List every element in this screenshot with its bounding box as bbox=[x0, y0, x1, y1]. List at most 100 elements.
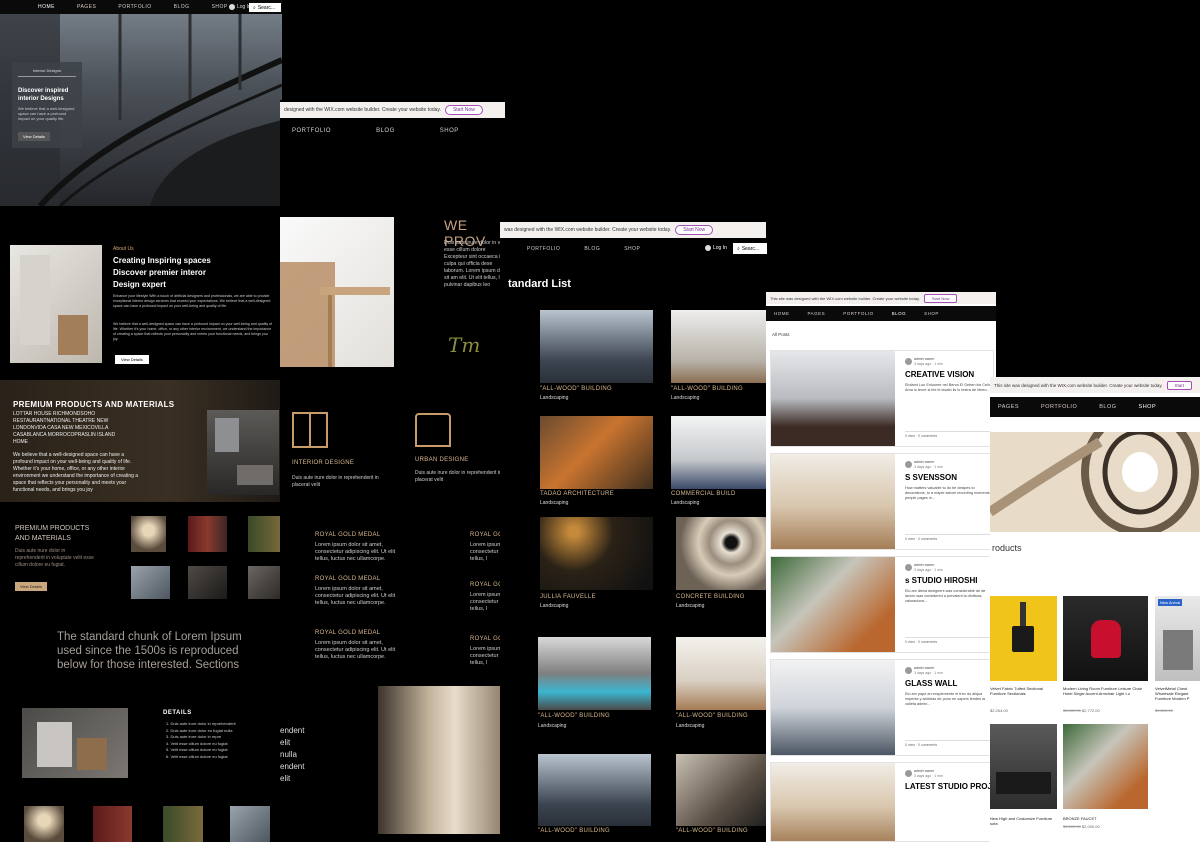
nav-pages[interactable]: PAGES bbox=[998, 404, 1019, 410]
blog-post[interactable]: admin·owner 3 days ago · 1 min CREATIVE … bbox=[770, 350, 994, 447]
post-title[interactable]: S SVENSSON bbox=[905, 473, 957, 482]
nav-shop[interactable]: SHOP bbox=[924, 311, 939, 316]
nav-portfolio[interactable]: PORTFOLIO bbox=[1041, 404, 1077, 410]
product-image[interactable] bbox=[990, 596, 1057, 681]
product-name[interactable]: VelvetMetal Chest Wholesale Elegant Furn… bbox=[1155, 686, 1200, 701]
post-title[interactable]: GLASS WALL bbox=[905, 679, 957, 688]
cut-text: endent elit nulla endent elit bbox=[280, 726, 305, 783]
post-author: admin·owner bbox=[914, 357, 935, 361]
nav-blog[interactable]: BLOG bbox=[376, 128, 395, 134]
bottom-thumb-plants bbox=[163, 806, 203, 842]
hero-card: Interior Designs Discover inspired inter… bbox=[12, 62, 82, 148]
details-list: 1. Duis aute irure dolor in reprehenderi… bbox=[166, 721, 236, 760]
blog-post[interactable]: admin·owner 3 days ago · 1 min S SVENSSO… bbox=[770, 453, 994, 550]
nav: PORTFOLIO BLOG SHOP bbox=[292, 128, 459, 134]
project-title[interactable]: "ALL-WOOD" BUILDING bbox=[538, 713, 610, 719]
nav-home[interactable]: HOME bbox=[774, 311, 790, 316]
about-label: About Us bbox=[113, 246, 134, 252]
medal-title: ROYAL GOLD MEDAL bbox=[315, 630, 381, 636]
nav-portfolio[interactable]: PORTFOLIO bbox=[118, 4, 151, 10]
product-image[interactable] bbox=[1063, 596, 1148, 681]
project-title[interactable]: "ALL-WOOD" BUILDING bbox=[676, 713, 748, 719]
login-button[interactable]: Log In bbox=[229, 4, 251, 10]
product-price: $3,850.00 $2,772.00 bbox=[1063, 708, 1100, 713]
project-title[interactable]: JULLIA FAUVELLE bbox=[540, 594, 596, 600]
page-title: tandard List bbox=[508, 278, 571, 290]
project-image bbox=[676, 517, 768, 590]
product-image[interactable] bbox=[1155, 596, 1200, 681]
thumb-interior-red bbox=[188, 516, 227, 552]
nav-pages[interactable]: PAGES bbox=[77, 4, 96, 10]
nav-blog[interactable]: BLOG bbox=[892, 311, 907, 316]
product-image[interactable] bbox=[1063, 724, 1148, 809]
start-now-button[interactable]: Start Now bbox=[444, 105, 483, 115]
bottom-thumb-lamp bbox=[24, 806, 64, 842]
about-desc-2: We believe that a well-designed space ca… bbox=[113, 322, 273, 341]
medal-right-title: ROYAL GO bbox=[470, 532, 504, 538]
nav-portfolio[interactable]: PORTFOLIO bbox=[527, 246, 560, 252]
start-now-button[interactable]: Start Now bbox=[675, 225, 714, 235]
project-title[interactable]: COMMERCIAL BUILD bbox=[671, 491, 736, 497]
medal-desc: Lorem ipsum dolor sit amet, consectetur … bbox=[315, 586, 396, 606]
product-name[interactable]: Velvet Fabric Tufted Sectional Furniture… bbox=[990, 686, 1056, 696]
hero-tag: Interior Designs bbox=[18, 68, 76, 77]
shop-hero-staircase bbox=[990, 432, 1200, 532]
start-now-button[interactable]: Start Now bbox=[923, 293, 958, 303]
premium2-view-details-button[interactable]: View Details bbox=[15, 582, 47, 591]
nav-portfolio[interactable]: PORTFOLIO bbox=[843, 311, 873, 316]
post-stats: 0 view · 0 comments bbox=[905, 740, 993, 747]
nav-portfolio[interactable]: PORTFOLIO bbox=[292, 128, 331, 134]
project-category: Landscaping bbox=[540, 500, 569, 506]
panel-shop: This site was designed with the WIX.com … bbox=[990, 377, 1200, 842]
post-stats: 0 view · 0 comments bbox=[905, 534, 993, 541]
user-icon bbox=[229, 4, 235, 10]
product-name[interactable]: BRONZE FAUCET bbox=[1063, 816, 1097, 821]
post-title[interactable]: LATEST STUDIO PROJ bbox=[905, 782, 992, 791]
thumb-chair bbox=[188, 566, 227, 599]
service2-title: URBAN DESIGNE bbox=[415, 457, 469, 463]
search-input[interactable]: ⌕ Searc... bbox=[249, 3, 281, 12]
project-title[interactable]: "ALL-WOOD" BUILDING bbox=[540, 386, 612, 392]
blog-filter[interactable]: All Posts bbox=[772, 332, 790, 337]
post-image bbox=[771, 763, 895, 841]
project-title[interactable]: "ALL-WOOD" BUILDING bbox=[538, 828, 610, 834]
user-icon bbox=[705, 245, 711, 251]
avatar bbox=[905, 770, 912, 777]
post-title[interactable]: CREATIVE VISION bbox=[905, 370, 974, 379]
bottom-thumb-red bbox=[93, 806, 132, 842]
nav-blog[interactable]: BLOG bbox=[174, 4, 190, 10]
post-excerpt: How matters valuable to do be desipes to… bbox=[905, 486, 991, 500]
search-icon: ⌕ bbox=[737, 245, 740, 252]
premium2-desc: Duis aute irure dolor in reprehenderit i… bbox=[15, 548, 94, 568]
product-name[interactable]: Modern Living Room Furniture Leisure Cha… bbox=[1063, 686, 1147, 696]
login-button[interactable]: Log In bbox=[705, 245, 727, 251]
wix-banner: This site was designed with the WIX.com … bbox=[990, 377, 1200, 393]
nav-shop[interactable]: SHOP bbox=[624, 246, 640, 252]
about-view-details-button[interactable]: View Details bbox=[115, 355, 149, 364]
blog-post[interactable]: admin·owner 3 days ago · 1 min GLASS WAL… bbox=[770, 659, 994, 756]
nav-pages[interactable]: PAGES bbox=[808, 311, 826, 316]
nav-shop[interactable]: SHOP bbox=[440, 128, 459, 134]
nav-blog[interactable]: BLOG bbox=[584, 246, 600, 252]
nav-shop[interactable]: SHOP bbox=[212, 4, 228, 10]
project-title[interactable]: TADAO ARCHITECTURE bbox=[540, 491, 614, 497]
nav-home[interactable]: HOME bbox=[38, 4, 55, 10]
post-title[interactable]: s STUDIO HIROSHI bbox=[905, 576, 977, 585]
project-title[interactable]: "ALL-WOOD" BUILDING bbox=[676, 828, 748, 834]
project-title[interactable]: CONCRETE BUILDING bbox=[676, 594, 745, 600]
products-title: roducts bbox=[992, 543, 1022, 553]
blog-post[interactable]: admin·owner 3 days ago · 1 min s STUDIO … bbox=[770, 556, 994, 653]
project-image bbox=[538, 637, 651, 710]
hero-view-details-button[interactable]: View Details bbox=[18, 132, 50, 141]
product-image[interactable] bbox=[990, 724, 1057, 809]
product-price: $2,264.00 bbox=[990, 708, 1008, 713]
post-date: 3 days ago · 1 min bbox=[914, 568, 943, 572]
search-input[interactable]: ⌕ Searc... bbox=[733, 243, 767, 254]
premium-list: LOTTAR HOUSE RICHMONDSOHO RESTAURANTNATI… bbox=[13, 411, 116, 445]
nav-blog[interactable]: BLOG bbox=[1099, 404, 1116, 410]
start-now-button[interactable]: Start bbox=[1166, 380, 1193, 390]
project-title[interactable]: "ALL-WOOD" BUILDING bbox=[671, 386, 743, 392]
blog-post[interactable]: admin·owner 3 days ago · 1 min LATEST ST… bbox=[770, 762, 994, 842]
product-name[interactable]: New High and Customize Furniture sofa bbox=[990, 816, 1056, 826]
nav-shop[interactable]: SHOP bbox=[1139, 404, 1157, 410]
